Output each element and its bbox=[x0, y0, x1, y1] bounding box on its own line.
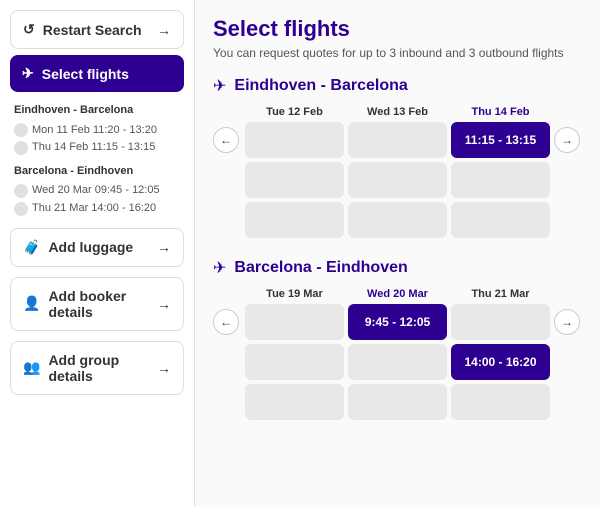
route2-prev-button[interactable]: ← bbox=[213, 309, 239, 335]
flight-cell[interactable] bbox=[245, 344, 344, 380]
route2-title: Barcelona - Eindhoven bbox=[14, 163, 180, 181]
arrow-right-icon: → bbox=[157, 360, 171, 376]
route1-section: ✈ Eindhoven - Barcelona Tue 12 Feb Wed 1… bbox=[213, 76, 582, 238]
add-booker-label: Add booker details bbox=[48, 288, 157, 320]
list-item: Mon 11 Feb 11:20 - 13:20 bbox=[14, 122, 180, 140]
arrow-left-icon: ← bbox=[220, 133, 232, 147]
flight-cell-selected[interactable]: 11:15 - 13:15 bbox=[451, 122, 550, 158]
add-group-label: Add group details bbox=[48, 352, 157, 384]
arrow-right-icon: → bbox=[157, 22, 171, 38]
route2-col-2: Thu 21 Mar bbox=[451, 288, 550, 300]
route1-col-headers: Tue 12 Feb Wed 13 Feb Thu 14 Feb bbox=[213, 106, 582, 118]
route1-label: Eindhoven - Barcelona bbox=[234, 77, 407, 95]
table-row: ← 11:15 - 13:15 → bbox=[213, 122, 582, 158]
plane-icon-sidebar: ✈ bbox=[22, 65, 34, 82]
table-row: 14:00 - 16:20 bbox=[213, 344, 582, 380]
list-item: Wed 20 Mar 09:45 - 12:05 bbox=[14, 182, 180, 200]
page-title: Select flights bbox=[213, 16, 582, 42]
route2-col-headers: Tue 19 Mar Wed 20 Mar Thu 21 Mar bbox=[213, 288, 582, 300]
route2-rows: ← 9:45 - 12:05 → 14:00 - 16:20 bbox=[213, 304, 582, 420]
plane-icon-route1: ✈ bbox=[213, 76, 226, 96]
arrow-right-icon: → bbox=[561, 133, 573, 147]
circle-icon bbox=[14, 141, 28, 155]
flight-cell[interactable] bbox=[451, 162, 550, 198]
arrow-right-icon: → bbox=[157, 296, 171, 312]
route2-col-1: Wed 20 Mar bbox=[348, 288, 447, 300]
restart-search-button[interactable]: ↺ Restart Search → bbox=[10, 10, 184, 49]
route2-section: ✈ Barcelona - Eindhoven Tue 19 Mar Wed 2… bbox=[213, 258, 582, 420]
flight-cell[interactable] bbox=[245, 304, 344, 340]
add-luggage-label: Add luggage bbox=[48, 239, 133, 255]
selected-flights-info: Eindhoven - Barcelona Mon 11 Feb 11:20 -… bbox=[10, 98, 184, 218]
table-row bbox=[213, 202, 582, 238]
circle-icon bbox=[14, 184, 28, 198]
arrow-left-icon: ← bbox=[220, 315, 232, 329]
flight-cell[interactable] bbox=[348, 202, 447, 238]
sidebar: ↺ Restart Search → ✈ Select flights Eind… bbox=[0, 0, 195, 507]
route1-title: Eindhoven - Barcelona bbox=[14, 102, 180, 120]
plane-icon-route2: ✈ bbox=[213, 258, 226, 278]
route1-prev-button[interactable]: ← bbox=[213, 127, 239, 153]
add-group-button[interactable]: 👥 Add group details → bbox=[10, 341, 184, 395]
flight-cell[interactable] bbox=[245, 122, 344, 158]
route1-rows: ← 11:15 - 13:15 → bbox=[213, 122, 582, 238]
restart-search-label: Restart Search bbox=[43, 22, 142, 38]
flight-cell[interactable] bbox=[451, 384, 550, 420]
table-row bbox=[213, 384, 582, 420]
group-icon: 👥 bbox=[23, 359, 40, 376]
page-subtitle: You can request quotes for up to 3 inbou… bbox=[213, 46, 582, 60]
flight-cell-selected[interactable]: 14:00 - 16:20 bbox=[451, 344, 550, 380]
circle-icon bbox=[14, 123, 28, 137]
route2-header: ✈ Barcelona - Eindhoven bbox=[213, 258, 582, 278]
arrow-right-icon: → bbox=[561, 315, 573, 329]
flight-cell[interactable] bbox=[451, 304, 550, 340]
luggage-icon: 🧳 bbox=[23, 239, 40, 256]
route2-next-button[interactable]: → bbox=[554, 309, 580, 335]
circle-icon bbox=[14, 202, 28, 216]
arrow-right-icon: → bbox=[157, 239, 171, 255]
booker-icon: 👤 bbox=[23, 295, 40, 312]
route2-label: Barcelona - Eindhoven bbox=[234, 259, 407, 277]
add-booker-button[interactable]: 👤 Add booker details → bbox=[10, 277, 184, 331]
table-row: ← 9:45 - 12:05 → bbox=[213, 304, 582, 340]
route1-col-2: Thu 14 Feb bbox=[451, 106, 550, 118]
list-item: Thu 21 Mar 14:00 - 16:20 bbox=[14, 200, 180, 218]
route1-calendar: Tue 12 Feb Wed 13 Feb Thu 14 Feb ← 11:15… bbox=[213, 106, 582, 238]
select-flights-label: Select flights bbox=[42, 66, 129, 82]
route1-col-0: Tue 12 Feb bbox=[245, 106, 344, 118]
flight-cell[interactable] bbox=[245, 384, 344, 420]
main-content: Select flights You can request quotes fo… bbox=[195, 0, 600, 507]
add-luggage-button[interactable]: 🧳 Add luggage → bbox=[10, 228, 184, 267]
route1-col-1: Wed 13 Feb bbox=[348, 106, 447, 118]
list-item: Thu 14 Feb 11:15 - 13:15 bbox=[14, 139, 180, 157]
flight-cell[interactable] bbox=[348, 162, 447, 198]
table-row bbox=[213, 162, 582, 198]
route1-header: ✈ Eindhoven - Barcelona bbox=[213, 76, 582, 96]
flight-cell[interactable] bbox=[245, 202, 344, 238]
flight-cell[interactable] bbox=[348, 122, 447, 158]
flight-cell[interactable] bbox=[451, 202, 550, 238]
route2-col-0: Tue 19 Mar bbox=[245, 288, 344, 300]
flight-cell[interactable] bbox=[348, 344, 447, 380]
route1-next-button[interactable]: → bbox=[554, 127, 580, 153]
flight-cell[interactable] bbox=[245, 162, 344, 198]
route2-calendar: Tue 19 Mar Wed 20 Mar Thu 21 Mar ← 9:45 … bbox=[213, 288, 582, 420]
select-flights-button[interactable]: ✈ Select flights bbox=[10, 55, 184, 92]
flight-cell[interactable] bbox=[348, 384, 447, 420]
restart-icon: ↺ bbox=[23, 21, 35, 38]
flight-cell-selected[interactable]: 9:45 - 12:05 bbox=[348, 304, 447, 340]
